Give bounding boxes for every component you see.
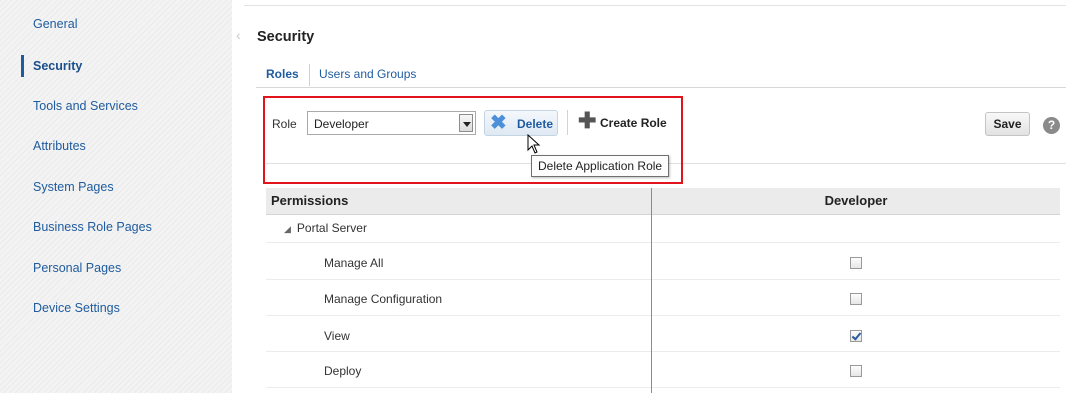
dropdown-arrow-icon[interactable] [459, 114, 473, 132]
role-select[interactable]: Developer [307, 111, 476, 135]
tooltip: Delete Application Role [531, 155, 670, 177]
permission-deploy: Deploy [324, 364, 362, 378]
row-divider [266, 315, 1060, 316]
row-divider [266, 351, 1060, 352]
sidebar-item-tools-and-services[interactable]: Tools and Services [33, 99, 138, 113]
save-button[interactable]: Save [985, 112, 1030, 136]
delete-button[interactable]: ✖ Delete [484, 110, 558, 136]
permission-manage-configuration: Manage Configuration [324, 292, 443, 306]
role-select-value: Developer [314, 117, 369, 131]
column-header-developer: Developer [824, 193, 888, 208]
tab-divider [309, 64, 310, 86]
sidebar-item-business-role-pages[interactable]: Business Role Pages [33, 220, 152, 234]
tabs-underline [256, 87, 1066, 88]
sidebar-item-general[interactable]: General [33, 17, 77, 31]
row-divider [266, 279, 1060, 280]
triangle-down-icon[interactable]: ◢ [284, 224, 291, 234]
column-header-permissions: Permissions [271, 193, 349, 208]
sidebar-item-device-settings[interactable]: Device Settings [33, 301, 120, 315]
role-label: Role [272, 117, 297, 131]
checkbox-manage-configuration[interactable] [850, 293, 862, 305]
content-top-border [244, 5, 1066, 6]
x-icon: ✖ [490, 112, 507, 134]
toolbar-divider [567, 110, 568, 135]
sidebar: General Security Tools and Services Attr… [0, 0, 232, 393]
collapse-sidebar-icon[interactable]: ‹ [236, 27, 241, 43]
sidebar-item-attributes[interactable]: Attributes [33, 139, 86, 153]
tab-users-and-groups[interactable]: Users and Groups [319, 67, 416, 81]
permission-view: View [324, 329, 350, 343]
sidebar-item-personal-pages[interactable]: Personal Pages [33, 261, 121, 275]
checkbox-deploy[interactable] [850, 365, 862, 377]
row-divider [266, 387, 1060, 388]
group-row-portal-server[interactable]: ◢ Portal Server [284, 221, 367, 235]
create-role-button[interactable]: ✚ Create Role [578, 108, 678, 134]
sidebar-item-system-pages[interactable]: System Pages [33, 180, 114, 194]
mouse-pointer-icon [527, 134, 541, 154]
group-label: Portal Server [296, 221, 367, 235]
delete-label: Delete [517, 117, 554, 131]
permission-manage-all: Manage All [324, 256, 384, 270]
checkbox-manage-all[interactable] [850, 257, 862, 269]
active-indicator [21, 55, 24, 77]
create-role-label: Create Role [600, 116, 667, 130]
page-title: Security [257, 29, 315, 45]
row-divider [266, 242, 1060, 243]
column-resize-divider[interactable] [651, 188, 652, 393]
plus-icon: ✚ [578, 108, 597, 133]
help-icon[interactable]: ? [1043, 117, 1060, 134]
sidebar-item-security[interactable]: Security [33, 59, 82, 73]
checkbox-view[interactable] [850, 330, 862, 342]
tab-roles[interactable]: Roles [266, 67, 299, 81]
